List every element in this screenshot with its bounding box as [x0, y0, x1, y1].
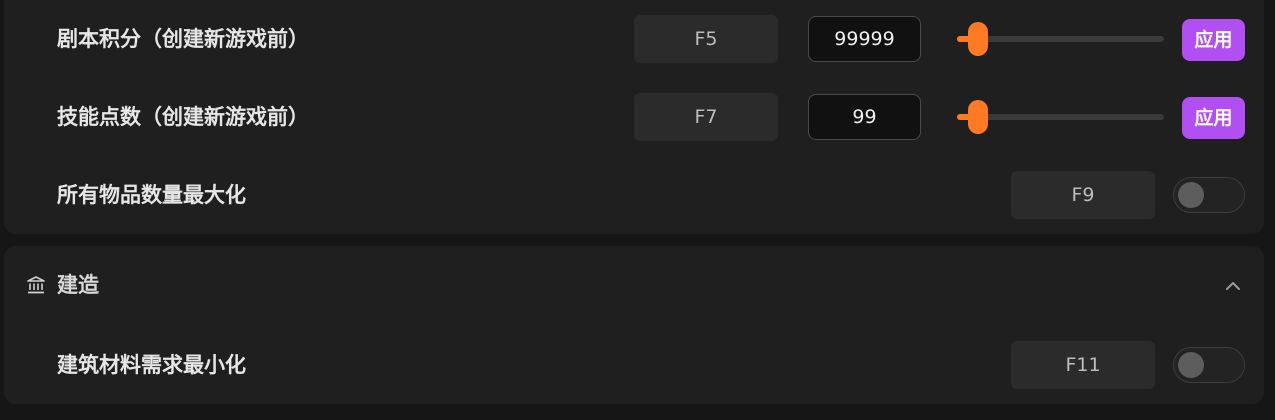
value-slider[interactable]	[957, 22, 1164, 56]
toggle-switch[interactable]	[1173, 347, 1245, 383]
section-title: 建造	[57, 273, 99, 297]
toggle-switch[interactable]	[1173, 177, 1245, 213]
apply-button[interactable]: 应用	[1182, 97, 1245, 139]
slider-track	[957, 114, 1164, 120]
value-input[interactable]	[808, 94, 921, 140]
hotkey-button[interactable]: F9	[1011, 171, 1155, 219]
option-label: 剧本积分（创建新游戏前）	[57, 27, 309, 51]
option-row-min-materials: 建筑材料需求最小化 F11	[4, 341, 1264, 389]
toggle-knob	[1178, 182, 1204, 208]
value-input[interactable]	[808, 16, 921, 62]
apply-button[interactable]: 应用	[1182, 19, 1245, 61]
option-row-max-items: 所有物品数量最大化 F9	[4, 171, 1264, 219]
cheat-options-panel: 剧本积分（创建新游戏前） F5 应用 技能点数（创建新游戏前） F7 应用 所有…	[4, 0, 1264, 234]
option-label: 所有物品数量最大化	[57, 183, 246, 207]
section-header[interactable]: 建造	[4, 260, 1264, 310]
toggle-knob	[1178, 352, 1204, 378]
chevron-up-icon[interactable]	[1222, 275, 1244, 297]
hotkey-button[interactable]: F11	[1011, 341, 1155, 389]
slider-thumb[interactable]	[968, 22, 988, 56]
option-row-script-points: 剧本积分（创建新游戏前） F5 应用	[4, 15, 1264, 63]
value-slider[interactable]	[957, 100, 1164, 134]
option-label: 建筑材料需求最小化	[57, 353, 246, 377]
build-section-panel: 建造 建筑材料需求最小化 F11	[4, 246, 1264, 404]
slider-thumb[interactable]	[968, 100, 988, 134]
building-icon	[27, 276, 45, 294]
hotkey-button[interactable]: F5	[634, 15, 778, 63]
hotkey-button[interactable]: F7	[634, 93, 778, 141]
option-label: 技能点数（创建新游戏前）	[57, 105, 309, 129]
slider-track	[957, 36, 1164, 42]
option-row-skill-points: 技能点数（创建新游戏前） F7 应用	[4, 93, 1264, 141]
